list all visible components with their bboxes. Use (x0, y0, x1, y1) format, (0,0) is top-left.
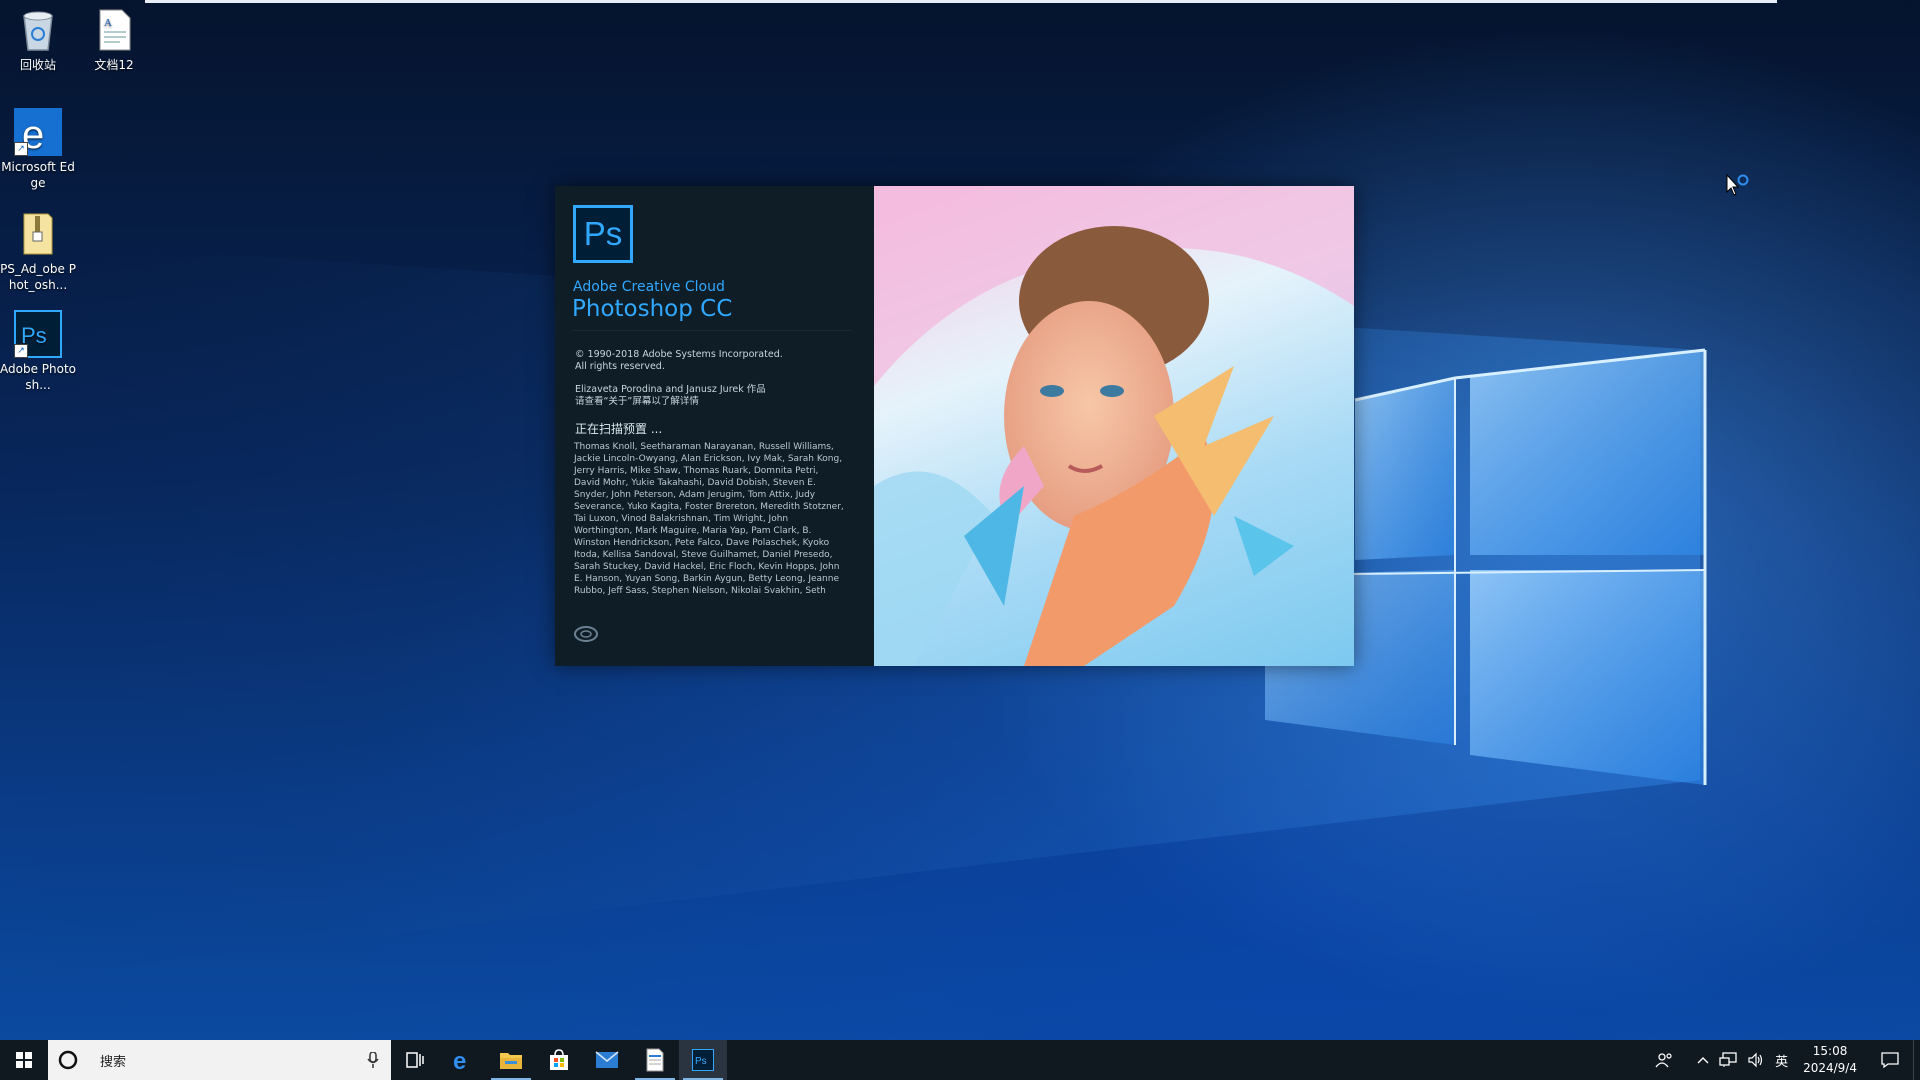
top-edge-bar (145, 0, 1777, 3)
store-bag-icon (550, 1049, 568, 1070)
splash-info-panel: Ps Adobe Creative Cloud Photoshop CC © 1… (555, 186, 874, 666)
splash-artwork (874, 186, 1354, 666)
taskbar-file-explorer-button[interactable] (487, 1040, 535, 1080)
busy-cursor-icon (1726, 174, 1749, 196)
desktop-icon-recycle-bin[interactable]: 回收站 (0, 6, 76, 73)
desktop-icon-edge[interactable]: e ↗ Microsoft Edge (0, 108, 76, 191)
app-name: Photoshop CC (572, 296, 733, 322)
credits-text: Thomas Knoll, Seetharaman Narayanan, Rus… (574, 442, 844, 596)
cortana-circle-icon (58, 1050, 78, 1070)
chevron-up-icon (1697, 1057, 1709, 1064)
svg-text:Ps: Ps (695, 1056, 707, 1067)
artwork-credit-text: Elizaveta Porodina and Janusz Jurek 作品 请… (575, 384, 766, 407)
photoshop-splash-screen: Ps Adobe Creative Cloud Photoshop CC © 1… (555, 186, 1354, 666)
desktop-icon-label: 回收站 (19, 58, 56, 72)
clock-date: 2024/9/4 (1803, 1061, 1857, 1075)
shortcut-arrow-icon: ↗ (14, 142, 28, 156)
action-center-button[interactable] (1867, 1040, 1913, 1080)
desktop-icon-label: Microsoft Edge (1, 160, 75, 190)
svg-text:e: e (453, 1048, 466, 1072)
divider (572, 330, 852, 331)
taskbar-photoshop-button[interactable]: Ps (679, 1040, 727, 1080)
creative-cloud-icon (574, 626, 598, 642)
desktop-icon-label: Adobe Photosh... (0, 362, 77, 392)
task-view-icon (406, 1052, 424, 1068)
people-icon (1655, 1053, 1672, 1068)
folder-icon (500, 1053, 522, 1069)
speaker-icon (1748, 1052, 1763, 1068)
desktop: 回收站 A 文档12 e ↗ Microsoft Edge PS_Ad_obe … (0, 0, 1920, 1040)
photoshop-icon: Ps (692, 1049, 714, 1071)
taskbar-store-button[interactable] (535, 1040, 583, 1080)
microphone-icon[interactable] (367, 1052, 379, 1068)
shortcut-arrow-icon: ↗ (14, 344, 28, 358)
clock-time: 15:08 (1812, 1044, 1848, 1058)
loading-status: 正在扫描预置 ... (575, 422, 663, 436)
edge-icon: e ↗ (14, 108, 62, 157)
taskbar-search-box[interactable]: 搜索 (48, 1040, 391, 1080)
task-view-button[interactable] (391, 1040, 439, 1080)
network-icon (1719, 1052, 1737, 1067)
people-button[interactable] (1650, 1040, 1678, 1080)
show-desktop-button[interactable] (1913, 1040, 1920, 1080)
show-hidden-icons-button[interactable] (1692, 1040, 1714, 1080)
taskbar-mail-button[interactable] (583, 1040, 631, 1080)
mail-icon (595, 1051, 619, 1068)
taskbar-edge-button[interactable]: e (439, 1040, 487, 1080)
desktop-icon-photoshop[interactable]: Ps ↗ Adobe Photosh... (0, 310, 76, 393)
system-tray: 英 15:08 2024/9/4 (1650, 1040, 1920, 1080)
input-method-indicator[interactable]: 英 (1770, 1040, 1793, 1080)
photoshop-icon: Ps ↗ (14, 310, 62, 358)
copyright-text: © 1990-2018 Adobe Systems Incorporated. … (575, 349, 783, 372)
zip-folder-icon (14, 210, 62, 258)
document-icon: A (90, 6, 138, 54)
start-button[interactable] (0, 1040, 48, 1080)
search-placeholder: 搜索 (100, 1054, 127, 1070)
suite-name: Adobe Creative Cloud (573, 279, 725, 295)
desktop-icon-zip[interactable]: PS_Ad_obe Phot_osh... (0, 210, 76, 293)
taskbar-document-button[interactable] (631, 1040, 679, 1080)
desktop-icon-label: PS_Ad_obe Phot_osh... (0, 262, 76, 292)
clock[interactable]: 15:08 2024/9/4 (1793, 1040, 1867, 1080)
desktop-icon-document[interactable]: A 文档12 (76, 6, 152, 73)
windows-logo-icon (16, 1052, 32, 1068)
photoshop-logo-icon: Ps (573, 205, 633, 263)
desktop-icon-label: 文档12 (94, 58, 134, 72)
document-icon (646, 1048, 664, 1072)
splash-artwork-image (874, 186, 1354, 666)
recycle-bin-icon (14, 6, 62, 54)
notification-icon (1881, 1052, 1899, 1068)
taskbar-apps: e Ps (391, 1040, 727, 1080)
svg-text:A: A (104, 17, 112, 29)
edge-icon: e (453, 1048, 466, 1072)
volume-button[interactable] (1742, 1040, 1770, 1080)
network-button[interactable] (1714, 1040, 1742, 1080)
